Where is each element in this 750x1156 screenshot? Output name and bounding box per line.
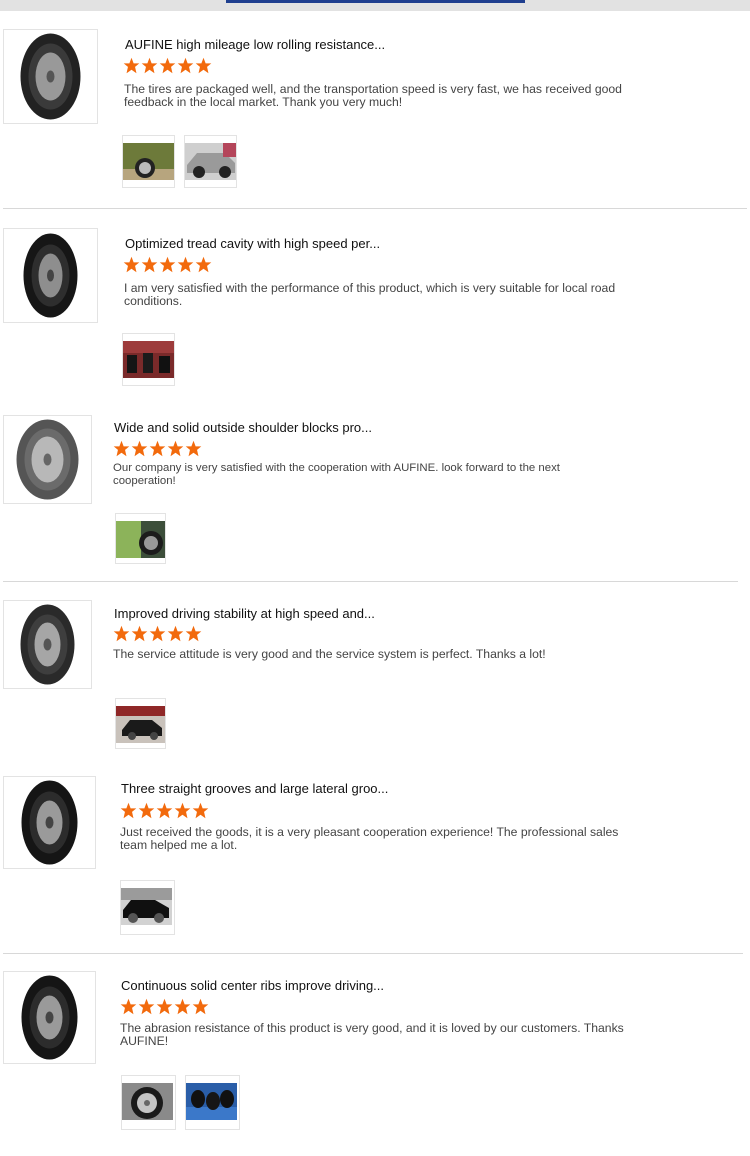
review-text: The service attitude is very good and th… [113,647,546,661]
tire-thumbnail[interactable] [3,600,92,689]
review-title[interactable]: Three straight grooves and large lateral… [121,781,388,796]
review-text: Just received the goods, it is a very pl… [120,825,619,852]
review-photo[interactable] [121,1075,176,1130]
star-icon [120,998,137,1015]
star-icon [131,440,148,457]
review-photo[interactable] [115,513,166,564]
star-icon [159,256,176,273]
star-icon [120,802,137,819]
top-bar [0,0,750,11]
review-photo[interactable] [185,1075,240,1130]
star-rating [120,998,209,1015]
review-text: Our company is very satisfied with the c… [113,462,560,487]
review-text: The tires are packaged well, and the tra… [124,82,622,109]
tire-thumbnail[interactable] [3,415,92,504]
star-icon [195,57,212,74]
review-divider [3,953,743,954]
star-icon [131,625,148,642]
review-text: I am very satisfied with the performance… [124,281,616,308]
star-icon [123,57,140,74]
star-icon [185,625,202,642]
review-title[interactable]: Optimized tread cavity with high speed p… [125,236,380,251]
star-icon [156,802,173,819]
star-icon [141,57,158,74]
review-photo[interactable] [184,135,237,188]
star-icon [185,440,202,457]
star-rating [113,440,202,457]
review-photo[interactable] [122,333,175,386]
top-accent-line [226,0,525,3]
review-photos [121,1075,240,1130]
tire-thumbnail[interactable] [3,776,96,869]
review-photos [122,333,175,386]
star-icon [138,998,155,1015]
star-icon [113,625,130,642]
star-icon [159,57,176,74]
star-icon [195,256,212,273]
review-photos [120,880,175,935]
star-icon [149,440,166,457]
star-rating [120,802,209,819]
review-photos [122,135,237,188]
star-icon [138,802,155,819]
star-icon [177,256,194,273]
star-icon [167,440,184,457]
review-divider [3,208,747,209]
tire-thumbnail[interactable] [3,228,98,323]
star-icon [174,998,191,1015]
star-icon [156,998,173,1015]
review-photos [115,698,166,749]
star-icon [177,57,194,74]
star-rating [123,256,212,273]
review-text: The abrasion resistance of this product … [120,1021,624,1048]
star-icon [113,440,130,457]
star-icon [174,802,191,819]
star-icon [123,256,140,273]
star-icon [167,625,184,642]
review-title[interactable]: Wide and solid outside shoulder blocks p… [114,420,372,435]
tire-thumbnail[interactable] [3,29,98,124]
review-title[interactable]: Continuous solid center ribs improve dri… [121,978,384,993]
star-rating [123,57,212,74]
star-icon [192,802,209,819]
star-rating [113,625,202,642]
review-divider [3,581,738,582]
review-title[interactable]: AUFINE high mileage low rolling resistan… [125,37,385,52]
review-photo[interactable] [115,698,166,749]
star-icon [192,998,209,1015]
star-icon [149,625,166,642]
review-photo[interactable] [120,880,175,935]
review-photo[interactable] [122,135,175,188]
review-photos [115,513,166,564]
review-title[interactable]: Improved driving stability at high speed… [114,606,375,621]
star-icon [141,256,158,273]
tire-thumbnail[interactable] [3,971,96,1064]
